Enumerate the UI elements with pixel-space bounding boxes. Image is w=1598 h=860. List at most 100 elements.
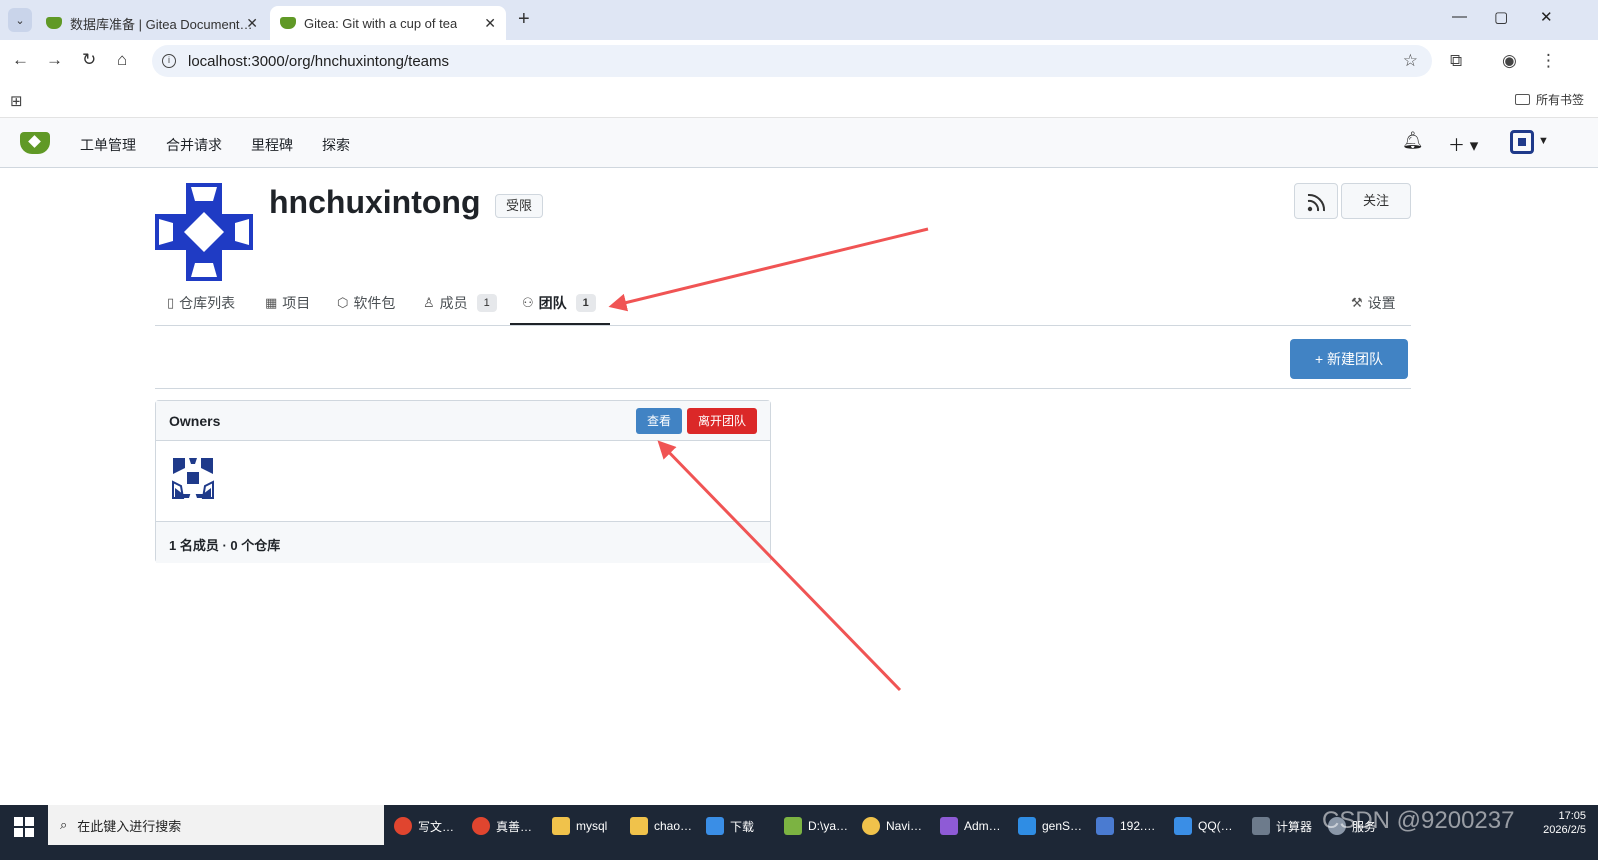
taskbar-app-chrome-1[interactable]: 写文… xyxy=(394,809,454,843)
taskbar-app-calculator[interactable]: 计算器 xyxy=(1252,809,1312,843)
nav-milestones[interactable]: 里程碑 xyxy=(251,135,293,155)
user-avatar[interactable] xyxy=(1510,130,1534,154)
people-icon: ⚇ xyxy=(522,295,534,310)
clock-time: 17:05 xyxy=(1558,810,1586,822)
taskbar-search[interactable]: ⌕ 在此键入进行搜索 xyxy=(48,805,384,845)
taskbar-app-vs[interactable]: Adm… xyxy=(940,809,1001,843)
tab-settings[interactable]: ⚒ 设置 xyxy=(1351,293,1396,313)
taskbar-app-vscode[interactable]: genS… xyxy=(1018,809,1082,843)
chevron-down-icon[interactable]: ▼ xyxy=(1538,135,1549,147)
tab-label: 团队 xyxy=(538,295,567,311)
clock-date: 2026/2/5 xyxy=(1543,824,1586,836)
taskbar-app-label: QQ(… xyxy=(1198,819,1233,833)
taskbar-app-downloads[interactable]: 下载 xyxy=(706,809,754,843)
team-name[interactable]: Owners xyxy=(169,413,220,429)
package-icon: ⬡ xyxy=(337,295,349,310)
tab-label: 成员 xyxy=(439,295,468,311)
bookmarks-bar: ⊞ 所有书签 xyxy=(0,82,1598,118)
taskbar-app-label: Adm… xyxy=(964,819,1001,833)
repo-icon: ▯ xyxy=(167,295,175,310)
taskbar-app-mysql[interactable]: mysql xyxy=(552,809,607,843)
url-bar[interactable]: i localhost:3000/org/hnchuxintong/teams … xyxy=(152,45,1432,77)
extensions-icon[interactable]: ⧉ xyxy=(1450,51,1462,71)
new-tab-button[interactable]: + xyxy=(518,8,530,31)
rss-icon xyxy=(1307,193,1326,212)
taskbar-app-qq[interactable]: QQ(… xyxy=(1174,809,1233,843)
member-avatar[interactable] xyxy=(169,454,217,502)
home-icon[interactable]: ⌂ xyxy=(117,50,127,70)
taskbar-app-label: 192.… xyxy=(1120,819,1156,833)
tab-label: 仓库列表 xyxy=(179,295,236,311)
address-toolbar: ← → ↻ ⌂ i localhost:3000/org/hnchuxinton… xyxy=(0,40,1598,82)
follow-button[interactable]: 关注 xyxy=(1341,183,1411,219)
csdn-watermark: CSDN @9200237 xyxy=(1322,807,1515,834)
browser-tab-docs[interactable]: 数据库准备 | Gitea Document… ✕ xyxy=(36,6,268,40)
tab-packages[interactable]: ⬡ 软件包 xyxy=(337,293,395,313)
org-tabs: ▯ 仓库列表 ▦ 项目 ⬡ 软件包 ♙ 成员 1 ⚇ 团队 1 ⚒ 设置 xyxy=(155,285,1411,326)
windows-taskbar: ⌕ 在此键入进行搜索 写文… 真善… mysql chao… 下载 D:\ya…… xyxy=(0,805,1598,860)
nav-issues[interactable]: 工单管理 xyxy=(80,135,136,155)
maximize-button[interactable]: ▢ xyxy=(1494,8,1508,26)
minimize-button[interactable]: — xyxy=(1452,8,1467,25)
site-info-icon[interactable]: i xyxy=(162,54,176,68)
teams-count: 1 xyxy=(575,294,596,312)
tab-search-button[interactable]: ⌄ xyxy=(8,8,32,32)
project-icon: ▦ xyxy=(265,295,278,310)
bell-icon[interactable]: 🔔︎ xyxy=(1402,131,1424,151)
taskbar-app-label: D:\ya… xyxy=(808,819,849,833)
taskbar-app-editor[interactable]: D:\ya… xyxy=(784,809,848,843)
taskbar-app-chrome-2[interactable]: 真善… xyxy=(472,809,532,843)
taskbar-clock[interactable]: 17:05 2026/2/5 xyxy=(1543,809,1586,837)
menu-kebab-icon[interactable]: ⋮ xyxy=(1540,51,1557,71)
team-card-header: Owners 查看 离开团队 xyxy=(156,401,770,441)
leave-team-button[interactable]: 离开团队 xyxy=(687,408,757,434)
team-card: Owners 查看 离开团队 1 名成员 · 0 个仓库 xyxy=(155,400,771,563)
apps-grid-icon[interactable]: ⊞ xyxy=(10,92,23,110)
new-team-button[interactable]: + 新建团队 xyxy=(1290,339,1408,379)
tab-close-icon[interactable]: ✕ xyxy=(484,15,496,32)
taskbar-app-label: 下载 xyxy=(730,819,755,834)
visibility-badge: 受限 xyxy=(495,194,544,218)
org-name: hnchuxintong xyxy=(269,184,481,220)
tab-teams[interactable]: ⚇ 团队 1 xyxy=(522,293,596,313)
taskbar-app-label: chao… xyxy=(654,819,693,833)
active-tab-indicator xyxy=(510,323,610,325)
taskbar-app-navicat[interactable]: Navi… xyxy=(862,809,922,843)
reload-icon[interactable]: ↻ xyxy=(82,50,96,70)
taskbar-app-folder[interactable]: chao… xyxy=(630,809,692,843)
tab-label: 软件包 xyxy=(353,295,396,311)
taskbar-app-label: 真善… xyxy=(496,819,533,834)
nav-explore[interactable]: 探索 xyxy=(322,135,350,155)
rss-feed-button[interactable] xyxy=(1294,183,1338,219)
all-bookmarks-button[interactable]: 所有书签 xyxy=(1514,91,1584,108)
members-count: 1 xyxy=(476,294,497,312)
browser-tab-strip: ⌄ 数据库准备 | Gitea Document… ✕ Gitea: Git w… xyxy=(0,0,1598,40)
bookmark-star-icon[interactable]: ☆ xyxy=(1403,51,1418,71)
browser-tab-gitea[interactable]: Gitea: Git with a cup of tea ✕ xyxy=(270,6,506,40)
create-plus-icon[interactable]: ＋ ▾ xyxy=(1448,131,1478,156)
search-icon: ⌕ xyxy=(60,817,68,832)
gitea-logo-icon[interactable] xyxy=(20,132,50,154)
taskbar-search-placeholder: 在此键入进行搜索 xyxy=(77,818,182,834)
taskbar-app-remote[interactable]: 192.… xyxy=(1096,809,1155,843)
taskbar-app-label: genS… xyxy=(1042,819,1083,833)
profile-icon[interactable]: ◉ xyxy=(1502,51,1517,71)
forward-icon[interactable]: → xyxy=(46,50,63,70)
nav-pull-requests[interactable]: 合并请求 xyxy=(166,135,222,155)
folder-icon xyxy=(1514,94,1530,105)
tab-label: 项目 xyxy=(282,295,311,311)
person-icon: ♙ xyxy=(423,295,435,310)
tab-repositories[interactable]: ▯ 仓库列表 xyxy=(167,293,235,313)
windows-start-icon[interactable] xyxy=(14,817,34,837)
tab-close-icon[interactable]: ✕ xyxy=(246,15,258,32)
url-text[interactable]: localhost:3000/org/hnchuxintong/teams xyxy=(188,53,449,70)
tab-projects[interactable]: ▦ 项目 xyxy=(265,293,310,313)
gitea-favicon-icon xyxy=(280,17,296,29)
back-icon[interactable]: ← xyxy=(12,50,29,70)
taskbar-app-label: Navi… xyxy=(886,819,923,833)
tab-members[interactable]: ♙ 成员 1 xyxy=(423,293,497,313)
close-window-button[interactable]: ✕ xyxy=(1540,8,1553,26)
tools-icon: ⚒ xyxy=(1351,295,1363,310)
view-team-button[interactable]: 查看 xyxy=(636,408,682,434)
team-card-footer: 1 名成员 · 0 个仓库 xyxy=(156,521,770,563)
